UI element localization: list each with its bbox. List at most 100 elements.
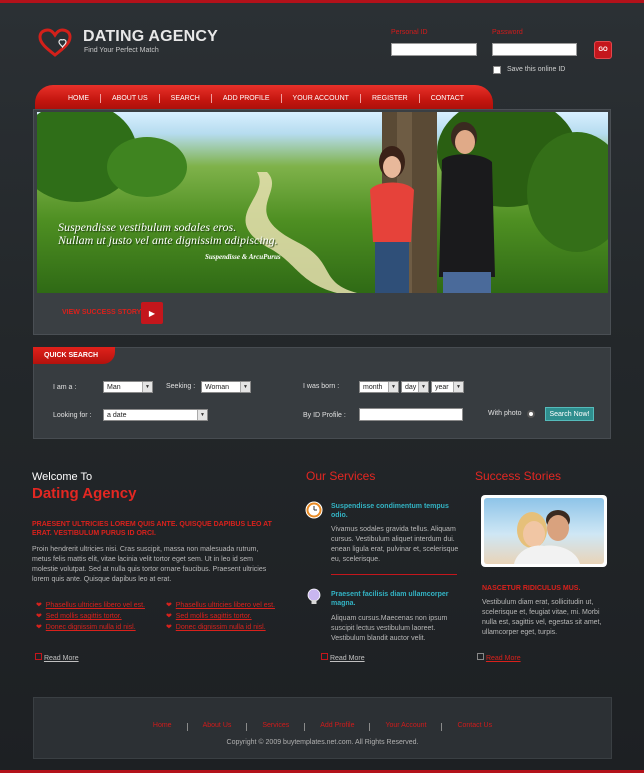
view-success-story-link[interactable]: VIEW SUCCESS STORY [62,309,141,316]
read-more-link[interactable]: Read More [44,655,79,662]
services-read-more[interactable]: Read More [321,653,365,662]
heart-bullet-icon: ❤ [36,602,42,609]
chevron-down-icon: ▼ [197,410,207,420]
footer-links: Home About Us Services Add Profile Your … [33,722,612,731]
welcome-heading: Welcome To [32,471,93,483]
nav-contact[interactable]: CONTACT [420,95,475,102]
plus-box-icon [35,653,42,660]
i-am-value: Man [107,383,121,391]
brand-tagline: Find Your Perfect Match [84,47,159,54]
copyright-text: Copyright © 2009 buytemplates.net.com. A… [226,739,419,746]
go-button[interactable]: GO [594,41,612,59]
story-heading: NASCETUR RIDICULUS MUS. [482,585,581,592]
service-divider [331,574,457,575]
footer-link-add-profile[interactable]: Add Profile [305,722,369,731]
stories-heading: Success Stories [475,469,562,483]
search-now-button[interactable]: Search Now! [545,407,594,421]
year-select[interactable]: year ▼ [431,381,464,393]
service-1-title: Suspendisse condimentum tempus odio. [331,503,449,519]
service-1-body: Vivamus sodales gravida tellus. Aliquam … [331,526,459,563]
list-item: ❤ Phasellus ultricies libero vel est. [36,601,145,609]
list-item: ❤ Sed mollis sagittis tortor. [36,612,145,620]
footer-link-home[interactable]: Home [138,722,187,731]
save-id-checkbox[interactable] [493,66,501,74]
looking-for-select[interactable]: a date ▼ [103,409,208,421]
password-input[interactable] [492,43,577,56]
chevron-down-icon: ▼ [388,382,398,392]
brand-title: DATING AGENCY [83,28,219,45]
personal-id-label: Personal ID [391,29,428,36]
heart-bullet-icon: ❤ [36,613,42,620]
welcome-link[interactable]: Donec dignissim nulla id nisl. [176,624,266,631]
footer-link-services[interactable]: Services [247,722,304,731]
chevron-down-icon: ▼ [240,382,250,392]
couple-photo [484,498,604,564]
banner-author: Suspendisse & ArcuPurus [205,253,281,261]
nav-search[interactable]: SEARCH [160,95,211,102]
service-2-title: Praesent facilisis diam ullamcorper magn… [331,591,449,607]
welcome-links-col1: ❤ Phasellus ultricies libero vel est. ❤ … [36,601,145,631]
heart-bullet-icon: ❤ [36,624,42,631]
welcome-brand-heading: Dating Agency [32,485,137,502]
footer-link-your-account[interactable]: Your Account [370,722,441,731]
read-more-link[interactable]: Read More [330,655,365,662]
quick-search-panel [33,347,611,439]
welcome-body: Proin hendrerit ultricies nisi. Cras sus… [32,546,267,583]
born-label: I was born : [303,383,340,390]
quick-search-title: QUICK SEARCH [33,347,115,364]
play-arrow-button[interactable]: ▶ [141,302,163,324]
chevron-down-icon: ▼ [142,382,152,392]
save-id-label: Save this online ID [507,66,566,73]
welcome-highlight: PRAESENT ULTRICIES LOREM QUIS ANTE. QUIS… [32,521,272,537]
day-select[interactable]: day ▼ [401,381,429,393]
story-body: Vestibulum diam erat, sollicitudin ut, s… [482,599,602,636]
banner-scene-illustration [37,112,608,293]
service-2-body: Aliquam cursus.Maecenas non ipsum suscip… [331,615,448,642]
lightbulb-icon [307,588,321,604]
banner-caption-line2: Nullam ut justo vel ante dignissim adipi… [58,233,278,247]
footer-link-about-us[interactable]: About Us [188,722,247,731]
nav-your-account[interactable]: YOUR ACCOUNT [282,95,360,102]
welcome-links-col2: ❤ Phasellus ultricies libero vel est. ❤ … [166,601,275,631]
day-value: day [405,383,417,391]
welcome-link[interactable]: Phasellus ultricies libero vel est. [46,602,145,609]
password-label: Password [492,29,523,36]
nav-about-us[interactable]: ABOUT US [101,95,159,102]
couple-illustration [514,510,580,564]
looking-for-label: Looking for : [53,412,92,419]
welcome-link[interactable]: Sed mollis sagittis tortor. [46,613,122,620]
month-value: month [363,383,383,391]
month-select[interactable]: month ▼ [359,381,399,393]
read-more-link[interactable]: Read More [486,655,521,662]
arrow-right-icon: ▶ [148,308,156,318]
with-photo-label: With photo [488,410,522,417]
main-nav: HOME ABOUT US SEARCH ADD PROFILE YOUR AC… [35,85,493,111]
welcome-link[interactable]: Donec dignissim nulla id nisl. [46,624,136,631]
list-item: ❤ Donec dignissim nulla id nisl. [166,623,275,631]
nav-add-profile[interactable]: ADD PROFILE [212,95,281,102]
nav-home[interactable]: HOME [57,95,100,102]
chevron-down-icon: ▼ [418,382,428,392]
looking-for-value: a date [107,411,127,419]
year-value: year [435,383,449,391]
seeking-value: Woman [205,383,229,391]
success-story-photo[interactable] [481,495,607,567]
welcome-link[interactable]: Sed mollis sagittis tortor. [176,613,252,620]
personal-id-input[interactable] [391,43,477,56]
footer-link-contact-us[interactable]: Contact Us [442,722,507,731]
welcome-read-more[interactable]: Read More [35,653,79,662]
plus-box-icon [477,653,484,660]
banner-caption: Suspendisse vestibulum sodales eros. Nul… [58,221,278,247]
nav-register[interactable]: REGISTER [361,95,419,102]
i-am-select[interactable]: Man ▼ [103,381,153,393]
by-id-label: By ID Profile : [303,412,346,419]
banner-photo [37,112,608,293]
profile-id-input[interactable] [359,408,463,421]
with-photo-radio[interactable] [527,410,535,418]
list-item: ❤ Donec dignissim nulla id nisl. [36,623,145,631]
stories-read-more[interactable]: Read More [477,653,521,662]
list-item: ❤ Sed mollis sagittis tortor. [166,612,275,620]
seeking-select[interactable]: Woman ▼ [201,381,251,393]
welcome-link[interactable]: Phasellus ultricies libero vel est. [176,602,275,609]
seeking-label: Seeking : [166,383,196,390]
